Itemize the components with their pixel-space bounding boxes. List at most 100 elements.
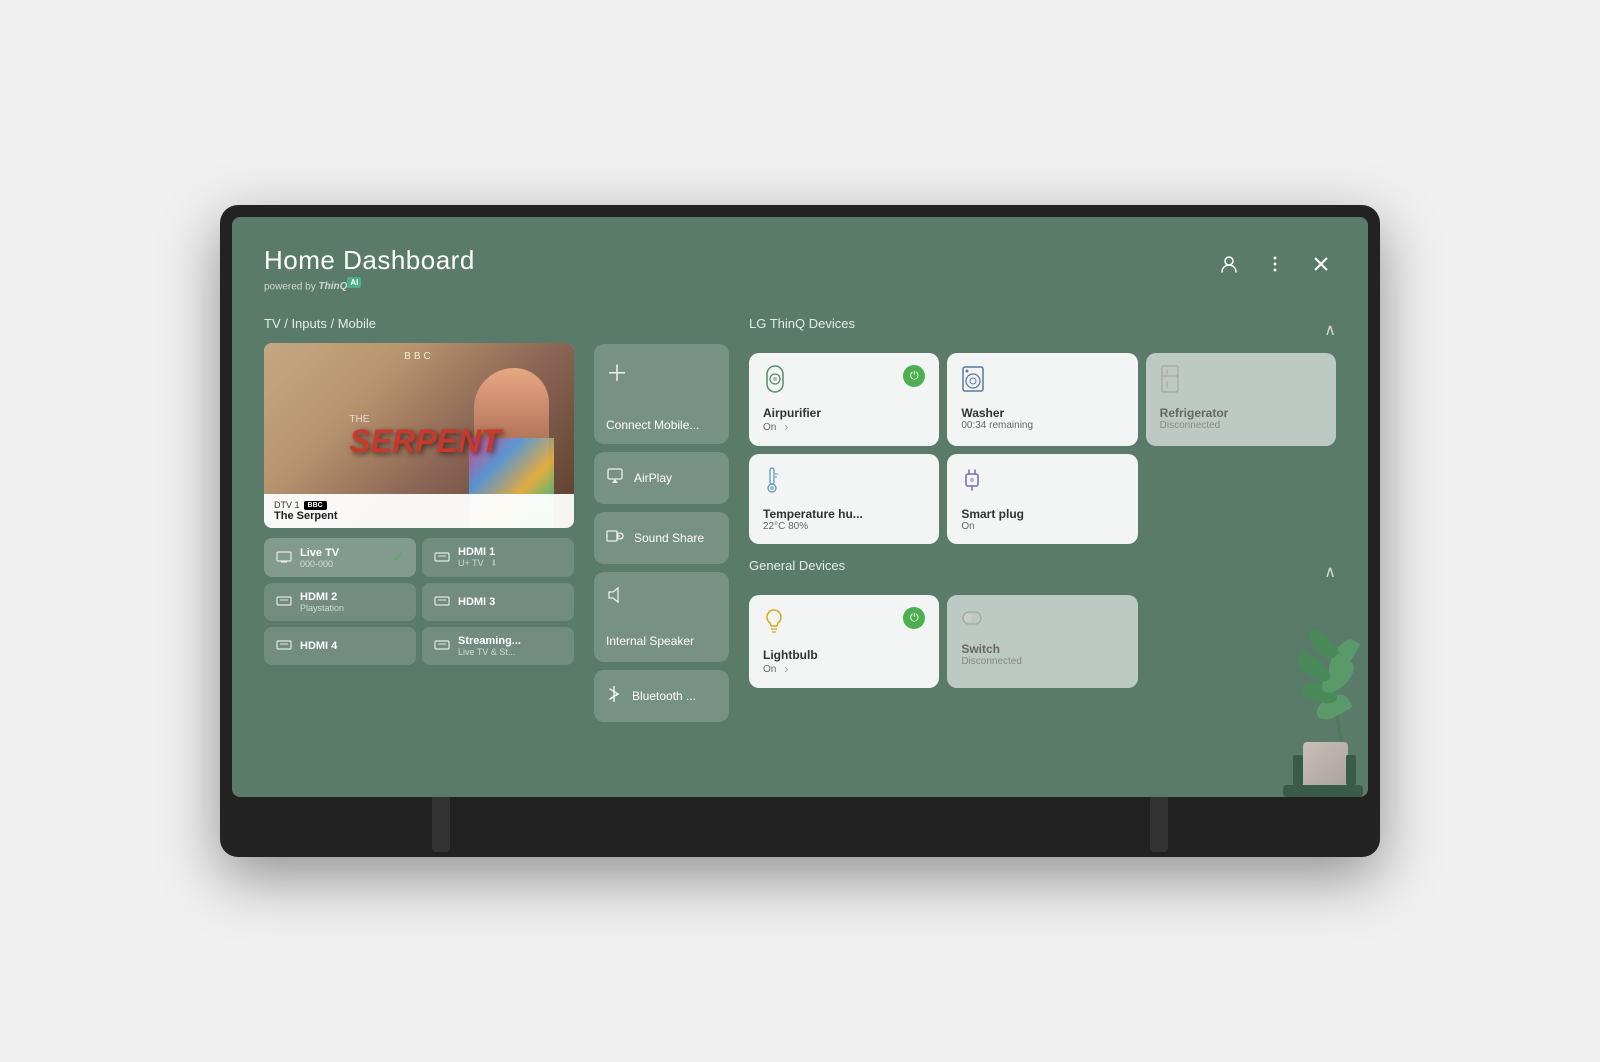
tv-stand-left [432, 797, 450, 852]
streaming-sub: Live TV & St... [458, 647, 521, 657]
device-switch[interactable]: Switch Disconnected [947, 595, 1137, 688]
subtitle: powered by ThinQAI [264, 278, 475, 292]
streaming-icon [434, 638, 450, 654]
header-controls [1214, 245, 1336, 279]
thinq-collapse-icon[interactable]: ∧ [1324, 320, 1336, 340]
temperature-name: Temperature hu... [763, 507, 925, 521]
title-area: Home Dashboard powered by ThinQAI [264, 245, 475, 292]
general-device-grid: ⏻ Lightbulb On › [749, 595, 1336, 688]
input-grid: Live TV 000-000 ✓ [264, 538, 574, 665]
streaming-label: Streaming... [458, 635, 521, 647]
bluetooth-card[interactable]: Bluetooth ... [594, 670, 729, 722]
sound-share-card[interactable]: Sound Share [594, 512, 729, 564]
smart-plug-name: Smart plug [961, 507, 1123, 521]
general-collapse-icon[interactable]: ∧ [1324, 562, 1336, 582]
refrigerator-icon [1160, 365, 1180, 398]
serpent-title-text: SERPENT [349, 425, 500, 457]
internal-speaker-label: Internal Speaker [606, 634, 694, 648]
thinq-section-header: LG ThinQ Devices ∧ [749, 316, 1336, 343]
input-hdmi3[interactable]: HDMI 3 [422, 583, 574, 621]
switch-name: Switch [961, 642, 1123, 656]
thinq-section-label: LG ThinQ Devices [749, 316, 855, 331]
lightbulb-status: On › [763, 662, 925, 676]
active-check-icon: ✓ [392, 549, 404, 566]
left-panel: TV / Inputs / Mobile BBC THE SERPENT [264, 316, 574, 722]
general-section: General Devices ∧ [749, 558, 1336, 688]
dtv-label: DTV 1 [274, 500, 300, 510]
hdmi2-label: HDMI 2 [300, 591, 344, 603]
tv-stand-right [1150, 797, 1168, 852]
refrigerator-name: Refrigerator [1160, 406, 1322, 420]
main-content: TV / Inputs / Mobile BBC THE SERPENT [264, 316, 1336, 722]
device-temperature[interactable]: Temperature hu... 22°C 80% [749, 454, 939, 544]
bbc-badge: BBC [304, 501, 327, 510]
account-icon[interactable] [1214, 249, 1244, 279]
smart-plug-icon [961, 466, 983, 499]
washer-icon [961, 365, 985, 398]
tv-icon [276, 550, 292, 566]
lightbulb-power-btn[interactable]: ⏻ [903, 607, 925, 629]
bluetooth-icon [606, 685, 622, 708]
hdmi4-label: HDMI 4 [300, 640, 337, 652]
airpurifier-status: On › [763, 420, 925, 434]
switch-icon [961, 607, 983, 634]
device-airpurifier[interactable]: ⏻ Airpurifier On › [749, 353, 939, 446]
tv-info-bar: DTV 1 BBC The Serpent [264, 494, 574, 528]
sound-share-icon [606, 527, 624, 550]
sound-share-label: Sound Share [634, 531, 704, 545]
device-refrigerator[interactable]: Refrigerator Disconnected [1146, 353, 1336, 446]
tv-program: The Serpent [274, 510, 564, 522]
live-tv-label: Live TV [300, 547, 339, 559]
connect-mobile-label: Connect Mobile... [606, 418, 699, 432]
thinq-logo: ThinQAI [318, 281, 361, 292]
general-section-header: General Devices ∧ [749, 558, 1336, 585]
hdmi3-label: HDMI 3 [458, 596, 495, 608]
tv-screen: Home Dashboard powered by ThinQAI [232, 217, 1368, 797]
input-hdmi1[interactable]: HDMI 1 U+ TV ⬇ [422, 538, 574, 577]
switch-status: Disconnected [961, 656, 1123, 667]
right-panel: LG ThinQ Devices ∧ [749, 316, 1336, 722]
airpurifier-name: Airpurifier [763, 406, 925, 420]
device-lightbulb[interactable]: ⏻ Lightbulb On › [749, 595, 939, 688]
hdmi4-icon [276, 638, 292, 654]
input-live-tv[interactable]: Live TV 000-000 ✓ [264, 538, 416, 577]
airplay-card[interactable]: AirPlay [594, 452, 729, 504]
hdmi1-sub: U+ TV ⬇ [458, 558, 498, 569]
hdmi2-sub: Playstation [300, 603, 344, 613]
close-icon[interactable] [1306, 249, 1336, 279]
airplay-label: AirPlay [634, 471, 672, 485]
bbc-channel-bar: BBC [264, 351, 574, 362]
smart-plug-status: On [961, 521, 1123, 532]
tv-channel: DTV 1 BBC [274, 500, 564, 510]
speaker-icon [606, 586, 624, 609]
dashboard: Home Dashboard powered by ThinQAI [232, 217, 1368, 797]
connect-mobile-card[interactable]: ＋ Connect Mobile... [594, 344, 729, 444]
hdmi1-label: HDMI 1 [458, 546, 498, 558]
tv-preview[interactable]: BBC THE SERPENT DTV 1 [264, 343, 574, 528]
input-hdmi2[interactable]: HDMI 2 Playstation [264, 583, 416, 621]
bluetooth-label: Bluetooth ... [632, 689, 696, 703]
thinq-section: LG ThinQ Devices ∧ [749, 316, 1336, 544]
washer-name: Washer [961, 406, 1123, 420]
more-icon[interactable] [1260, 249, 1290, 279]
general-section-label: General Devices [749, 558, 845, 573]
page-title: Home Dashboard [264, 245, 475, 276]
device-smart-plug[interactable]: Smart plug On [947, 454, 1137, 544]
internal-speaker-card[interactable]: Internal Speaker [594, 572, 729, 662]
temperature-status: 22°C 80% [763, 521, 925, 532]
live-tv-sub: 000-000 [300, 559, 339, 569]
input-streaming[interactable]: Streaming... Live TV & St... [422, 627, 574, 665]
tv-frame: Home Dashboard powered by ThinQAI [220, 205, 1380, 857]
refrigerator-status: Disconnected [1160, 420, 1322, 431]
header: Home Dashboard powered by ThinQAI [264, 245, 1336, 292]
device-washer[interactable]: Washer 00:34 remaining [947, 353, 1137, 446]
temperature-icon [763, 466, 781, 499]
hdmi3-icon [434, 594, 450, 610]
subtitle-powered: powered by [264, 281, 316, 292]
hdmi1-icon [434, 550, 450, 566]
airpurifier-power-btn[interactable]: ⏻ [903, 365, 925, 387]
thinq-device-grid: ⏻ Airpurifier On › [749, 353, 1336, 544]
plus-icon: ＋ [606, 356, 628, 388]
input-hdmi4[interactable]: HDMI 4 [264, 627, 416, 665]
lightbulb-icon [763, 607, 785, 640]
